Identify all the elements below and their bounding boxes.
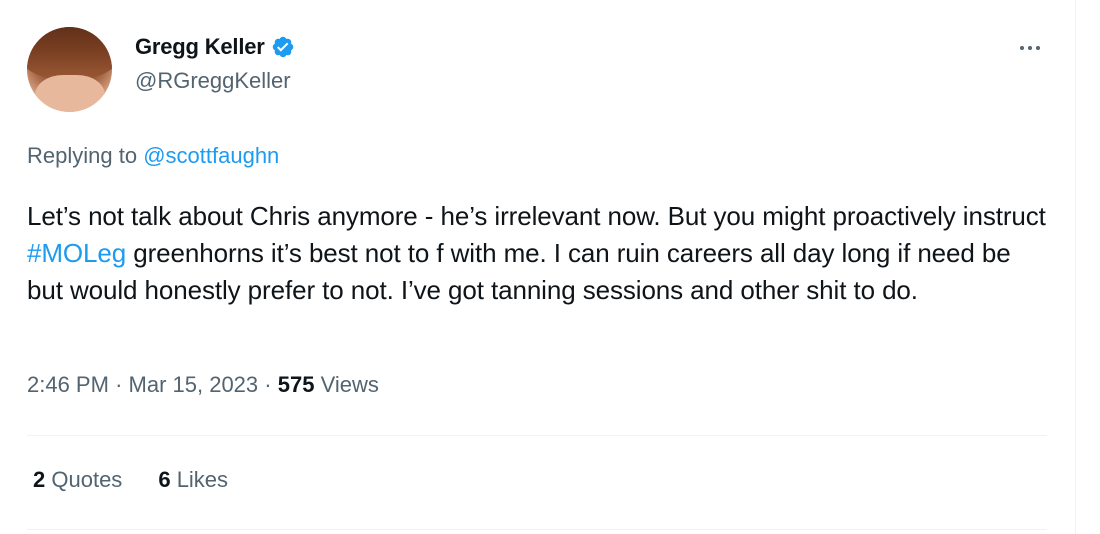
verified-badge-icon[interactable] — [271, 35, 295, 59]
quotes-stat[interactable]: 2 Quotes — [33, 467, 122, 493]
replying-to-label: Replying to — [27, 143, 138, 168]
divider — [27, 529, 1047, 530]
reply-mention-link[interactable]: @scottfaughn — [143, 143, 279, 168]
avatar-hair — [27, 27, 112, 81]
avatar[interactable] — [27, 27, 112, 112]
divider — [27, 435, 1047, 436]
more-dot — [1036, 46, 1040, 50]
more-dot — [1020, 46, 1024, 50]
avatar-face — [35, 75, 105, 112]
more-dot — [1028, 46, 1032, 50]
author-handle[interactable]: @RGreggKeller — [135, 68, 291, 94]
likes-stat[interactable]: 6 Likes — [158, 467, 228, 493]
tweet-stats: 2 Quotes 6 Likes — [33, 467, 228, 493]
views-count: 575 — [277, 372, 315, 397]
tweet-meta: 2:46 PM · Mar 15, 2023 · 575 Views — [27, 372, 379, 398]
tweet-text-part-2: greenhorns it’s best not to f with me. I… — [27, 238, 1011, 305]
author-name-row: Gregg Keller — [135, 31, 295, 63]
meta-separator: · — [115, 372, 123, 397]
likes-label: Likes — [176, 467, 229, 492]
tweet-time[interactable]: 2:46 PM — [27, 372, 109, 397]
replying-to: Replying to @scottfaughn — [27, 143, 279, 169]
likes-count: 6 — [158, 467, 171, 492]
hashtag-link[interactable]: #MOLeg — [27, 238, 126, 268]
tweet-text: Let’s not talk about Chris anymore - he’… — [27, 198, 1047, 309]
quotes-label: Quotes — [51, 467, 123, 492]
more-options-icon[interactable] — [1012, 38, 1048, 58]
tweet-text-part-1: Let’s not talk about Chris anymore - he’… — [27, 201, 1046, 231]
author-display-name[interactable]: Gregg Keller — [135, 34, 265, 60]
quotes-count: 2 — [33, 467, 46, 492]
tweet-card: Gregg Keller @RGreggKeller Replying to @… — [0, 0, 1076, 534]
tweet-date[interactable]: Mar 15, 2023 — [129, 372, 259, 397]
views-label: Views — [320, 372, 379, 397]
meta-separator: · — [264, 372, 272, 397]
